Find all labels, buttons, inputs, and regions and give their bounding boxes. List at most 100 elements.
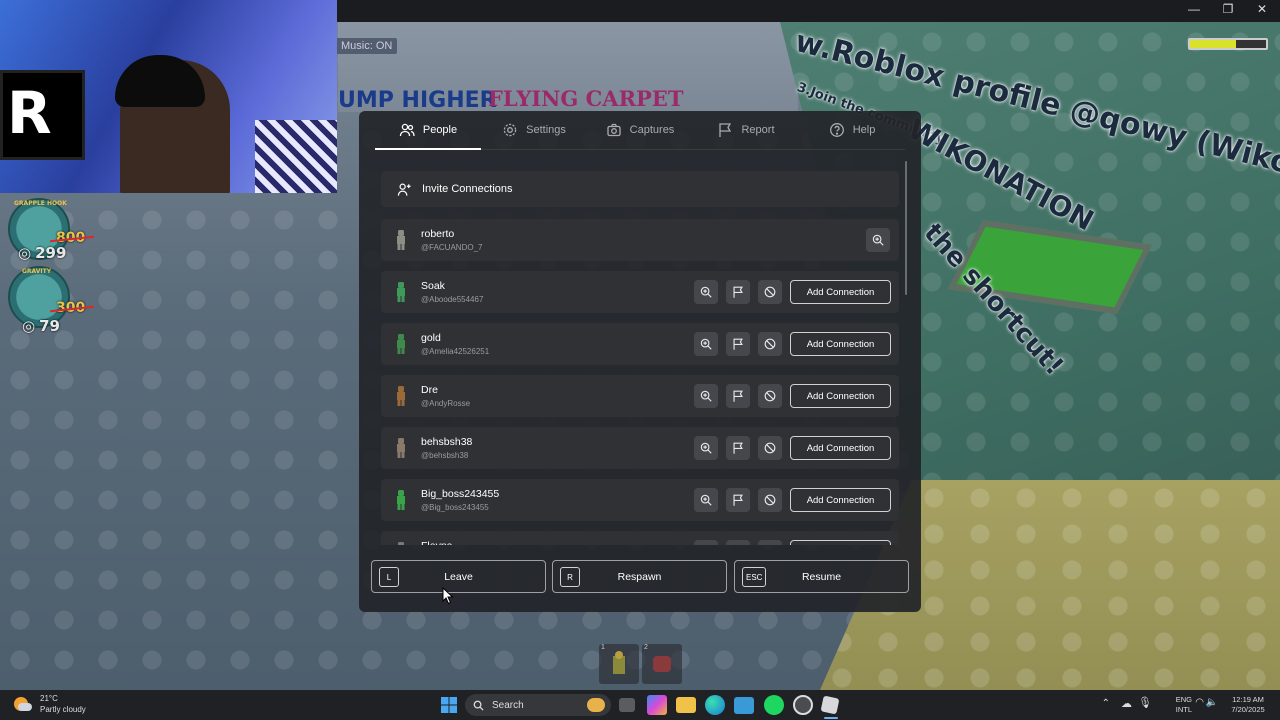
player-row[interactable]: behsbsh38 @behsbsh38 Add Connection: [381, 427, 899, 469]
inspect-button[interactable]: [694, 384, 718, 408]
roblox-icon[interactable]: [820, 695, 840, 715]
report-player-button[interactable]: [726, 436, 750, 460]
game-menu: People Settings Captures Report Help Inv…: [359, 111, 921, 612]
player-name: gold: [421, 332, 441, 344]
tab-report[interactable]: Report: [693, 111, 799, 149]
taskbar: 21°C Partly cloudy Search ⌃ ☁ 🎙 ENG INTL…: [0, 690, 1280, 720]
hud-gravity-coins-value: 79: [39, 317, 60, 335]
minimize-button[interactable]: —: [1186, 2, 1202, 16]
energy-bar: [1188, 38, 1268, 50]
coin-icon: ◎: [22, 317, 36, 335]
onedrive-icon[interactable]: ☁: [1121, 699, 1132, 710]
windows-start-icon[interactable]: [439, 695, 459, 715]
add-connection-button[interactable]: Add Connection: [790, 436, 891, 460]
hud-gravity-coins: ◎ 79: [22, 317, 60, 335]
add-connection-button[interactable]: Add Connection: [790, 488, 891, 512]
player-list-scrollbar[interactable]: [905, 161, 907, 295]
block-icon: [764, 390, 776, 402]
music-badge[interactable]: Music: ON: [336, 38, 398, 54]
close-button[interactable]: ✕: [1254, 2, 1270, 16]
inspect-button[interactable]: [694, 280, 718, 304]
player-username: @Aboode554467: [421, 295, 484, 304]
inspect-button[interactable]: [694, 436, 718, 460]
tab-captures[interactable]: Captures: [587, 111, 693, 149]
flag-icon: [733, 442, 743, 454]
flag-icon: [733, 286, 743, 298]
avatar-icon: [397, 386, 405, 406]
player-row[interactable]: gold @Amelia42526251 Add Connection: [381, 323, 899, 365]
add-connection-button[interactable]: Add Connection: [790, 332, 891, 356]
add-connection-button[interactable]: Add Connection: [790, 384, 891, 408]
player-name: behsbsh38: [421, 436, 473, 448]
report-player-button[interactable]: [726, 280, 750, 304]
menu-tabs: People Settings Captures Report Help: [375, 111, 905, 150]
tab-report-label: Report: [741, 124, 775, 136]
inspect-button[interactable]: [694, 332, 718, 356]
report-player-button[interactable]: [726, 540, 750, 545]
leave-button[interactable]: L Leave: [371, 560, 546, 593]
hotbar-slot-number: 2: [644, 644, 648, 651]
maximize-button[interactable]: ❐: [1220, 2, 1236, 16]
resume-button[interactable]: ESC Resume: [734, 560, 909, 593]
spotify-icon[interactable]: [764, 695, 784, 715]
add-person-icon: [397, 183, 411, 196]
report-player-button[interactable]: [726, 384, 750, 408]
block-player-button[interactable]: [758, 384, 782, 408]
player-list[interactable]: Invite Connections roberto @FACUANDO_7 Soa…: [381, 171, 899, 545]
clock-time: 12:19 AM: [1232, 695, 1264, 704]
task-view-icon[interactable]: [619, 698, 635, 712]
block-player-button[interactable]: [758, 436, 782, 460]
camera-icon: [607, 123, 621, 137]
report-player-button[interactable]: [726, 488, 750, 512]
block-player-button[interactable]: [758, 488, 782, 512]
add-connection-button[interactable]: Add Connection: [790, 540, 891, 545]
inspect-button[interactable]: [694, 540, 718, 545]
microphone-icon[interactable]: 🎙: [1138, 698, 1152, 709]
edge-icon[interactable]: [705, 695, 725, 715]
inspect-button[interactable]: [694, 488, 718, 512]
hotbar-slot-1[interactable]: 1: [599, 644, 639, 684]
block-icon: [764, 494, 776, 506]
player-row[interactable]: Dre @AndyRosse Add Connection: [381, 375, 899, 417]
report-player-button[interactable]: [726, 332, 750, 356]
player-row[interactable]: Big_boss243455 @Big_boss243455 Add Connect…: [381, 479, 899, 521]
player-name: Big_boss243455: [421, 488, 500, 500]
player-row[interactable]: Soak @Aboode554467 Add Connection: [381, 271, 899, 313]
tab-people[interactable]: People: [375, 111, 481, 150]
weather-temp: 21°C: [40, 694, 58, 703]
volume-icon[interactable]: 🔈: [1206, 698, 1218, 708]
tray-overflow-icon[interactable]: ⌃: [1102, 699, 1110, 709]
tab-settings[interactable]: Settings: [481, 111, 587, 149]
weather-desc: Partly cloudy: [40, 705, 86, 714]
weather-widget[interactable]: 21°C Partly cloudy: [14, 693, 86, 715]
store-icon[interactable]: [734, 697, 754, 714]
clock[interactable]: 12:19 AM 7/20/2025: [1224, 695, 1272, 715]
wifi-icon[interactable]: ◠: [1195, 698, 1204, 708]
flag-icon: [733, 338, 743, 350]
obs-icon[interactable]: [793, 695, 813, 715]
zoom-icon: [700, 494, 712, 506]
tab-help[interactable]: Help: [799, 111, 905, 149]
block-player-button[interactable]: [758, 280, 782, 304]
taskbar-search[interactable]: Search: [465, 694, 611, 716]
inspect-button[interactable]: [866, 228, 890, 252]
monitor-letter: R: [7, 79, 52, 147]
block-player-button[interactable]: [758, 540, 782, 545]
clock-date: 7/20/2025: [1231, 705, 1265, 714]
energy-fill: [1190, 40, 1236, 48]
player-row[interactable]: Flayna Add Connection: [381, 531, 899, 545]
respawn-button[interactable]: R Respawn: [552, 560, 727, 593]
hotbar-slot-2[interactable]: 2: [642, 644, 682, 684]
flag-icon: [733, 494, 743, 506]
block-player-button[interactable]: [758, 332, 782, 356]
lang-bottom: INTL: [1175, 705, 1192, 714]
copilot-icon[interactable]: [647, 695, 667, 715]
add-connection-button[interactable]: Add Connection: [790, 280, 891, 304]
invite-connections-button[interactable]: Invite Connections: [381, 171, 899, 207]
player-row[interactable]: roberto @FACUANDO_7: [381, 219, 899, 261]
coin-icon: ◎: [18, 244, 32, 262]
language-indicator[interactable]: ENG INTL: [1176, 695, 1192, 715]
block-icon: [764, 442, 776, 454]
file-explorer-icon[interactable]: [676, 697, 696, 713]
avatar-icon: [397, 230, 405, 250]
